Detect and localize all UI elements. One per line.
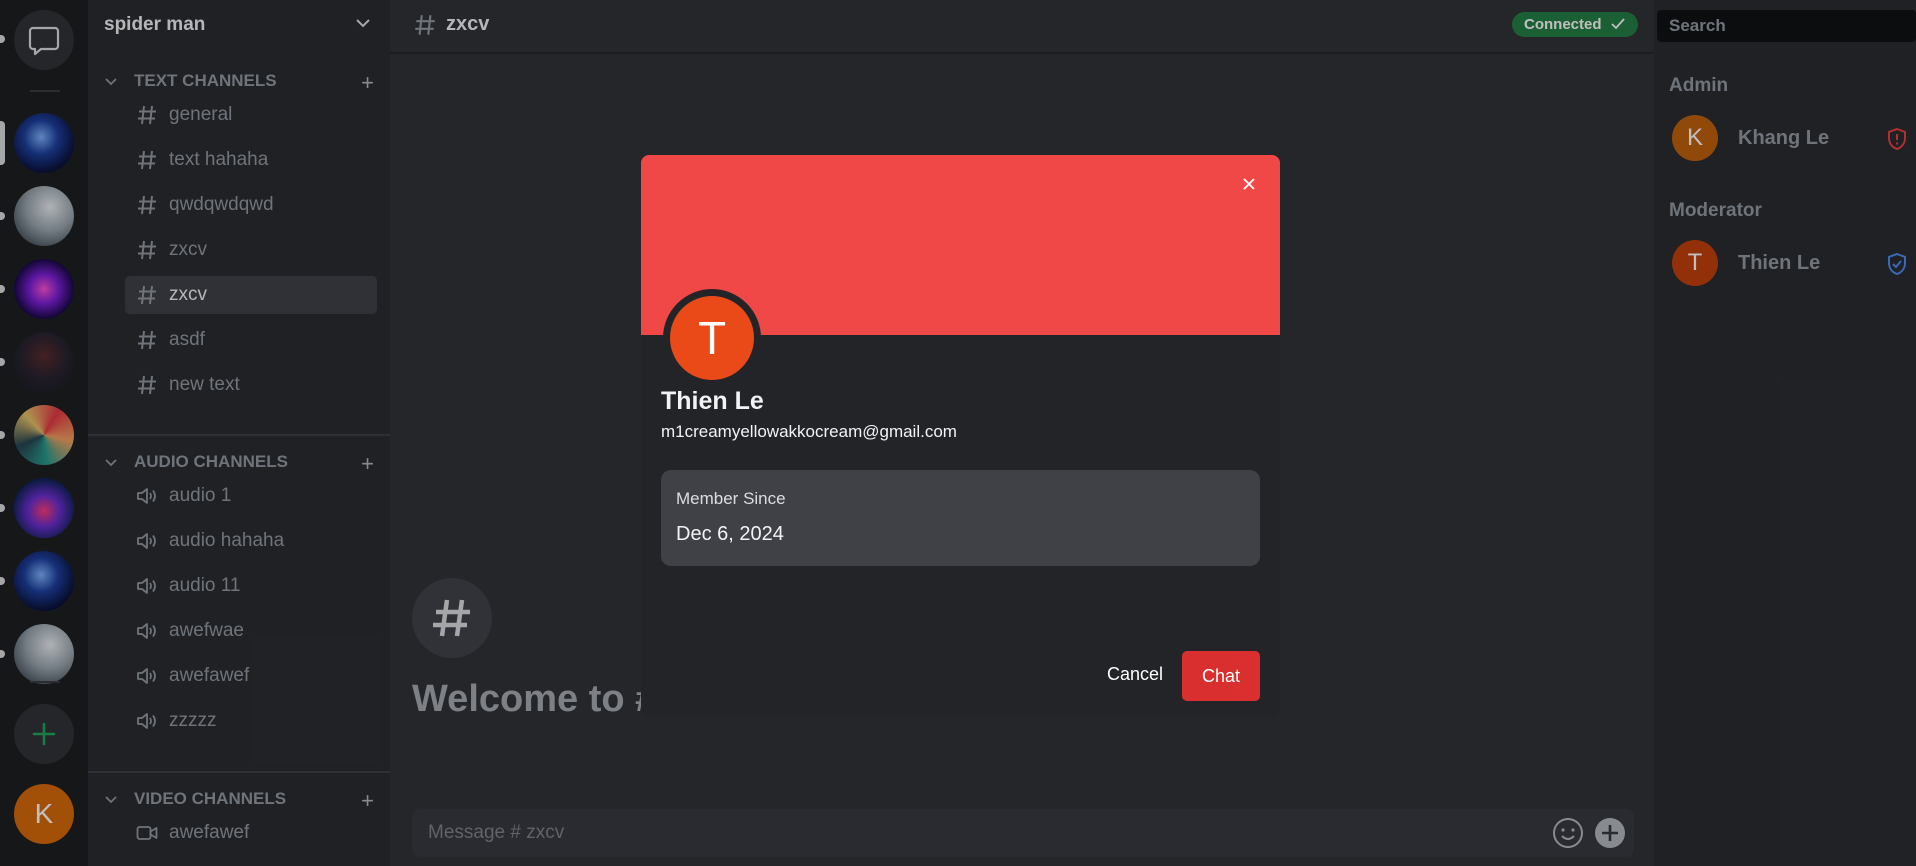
member-since-label: Member Since	[676, 489, 786, 508]
close-icon[interactable]	[1238, 173, 1260, 195]
member-since-card: Member Since Dec 6, 2024	[661, 470, 1260, 566]
profile-email: m1creamyellowakkocream@gmail.com	[661, 422, 957, 441]
chat-button[interactable]: Chat	[1182, 651, 1260, 701]
profile-name: Thien Le	[661, 387, 764, 415]
user-profile-modal: T Thien Le m1creamyellowakkocream@gmail.…	[641, 155, 1280, 716]
cancel-button[interactable]: Cancel	[1107, 664, 1163, 685]
member-since-value: Dec 6, 2024	[676, 523, 784, 545]
profile-avatar: T	[663, 289, 761, 387]
